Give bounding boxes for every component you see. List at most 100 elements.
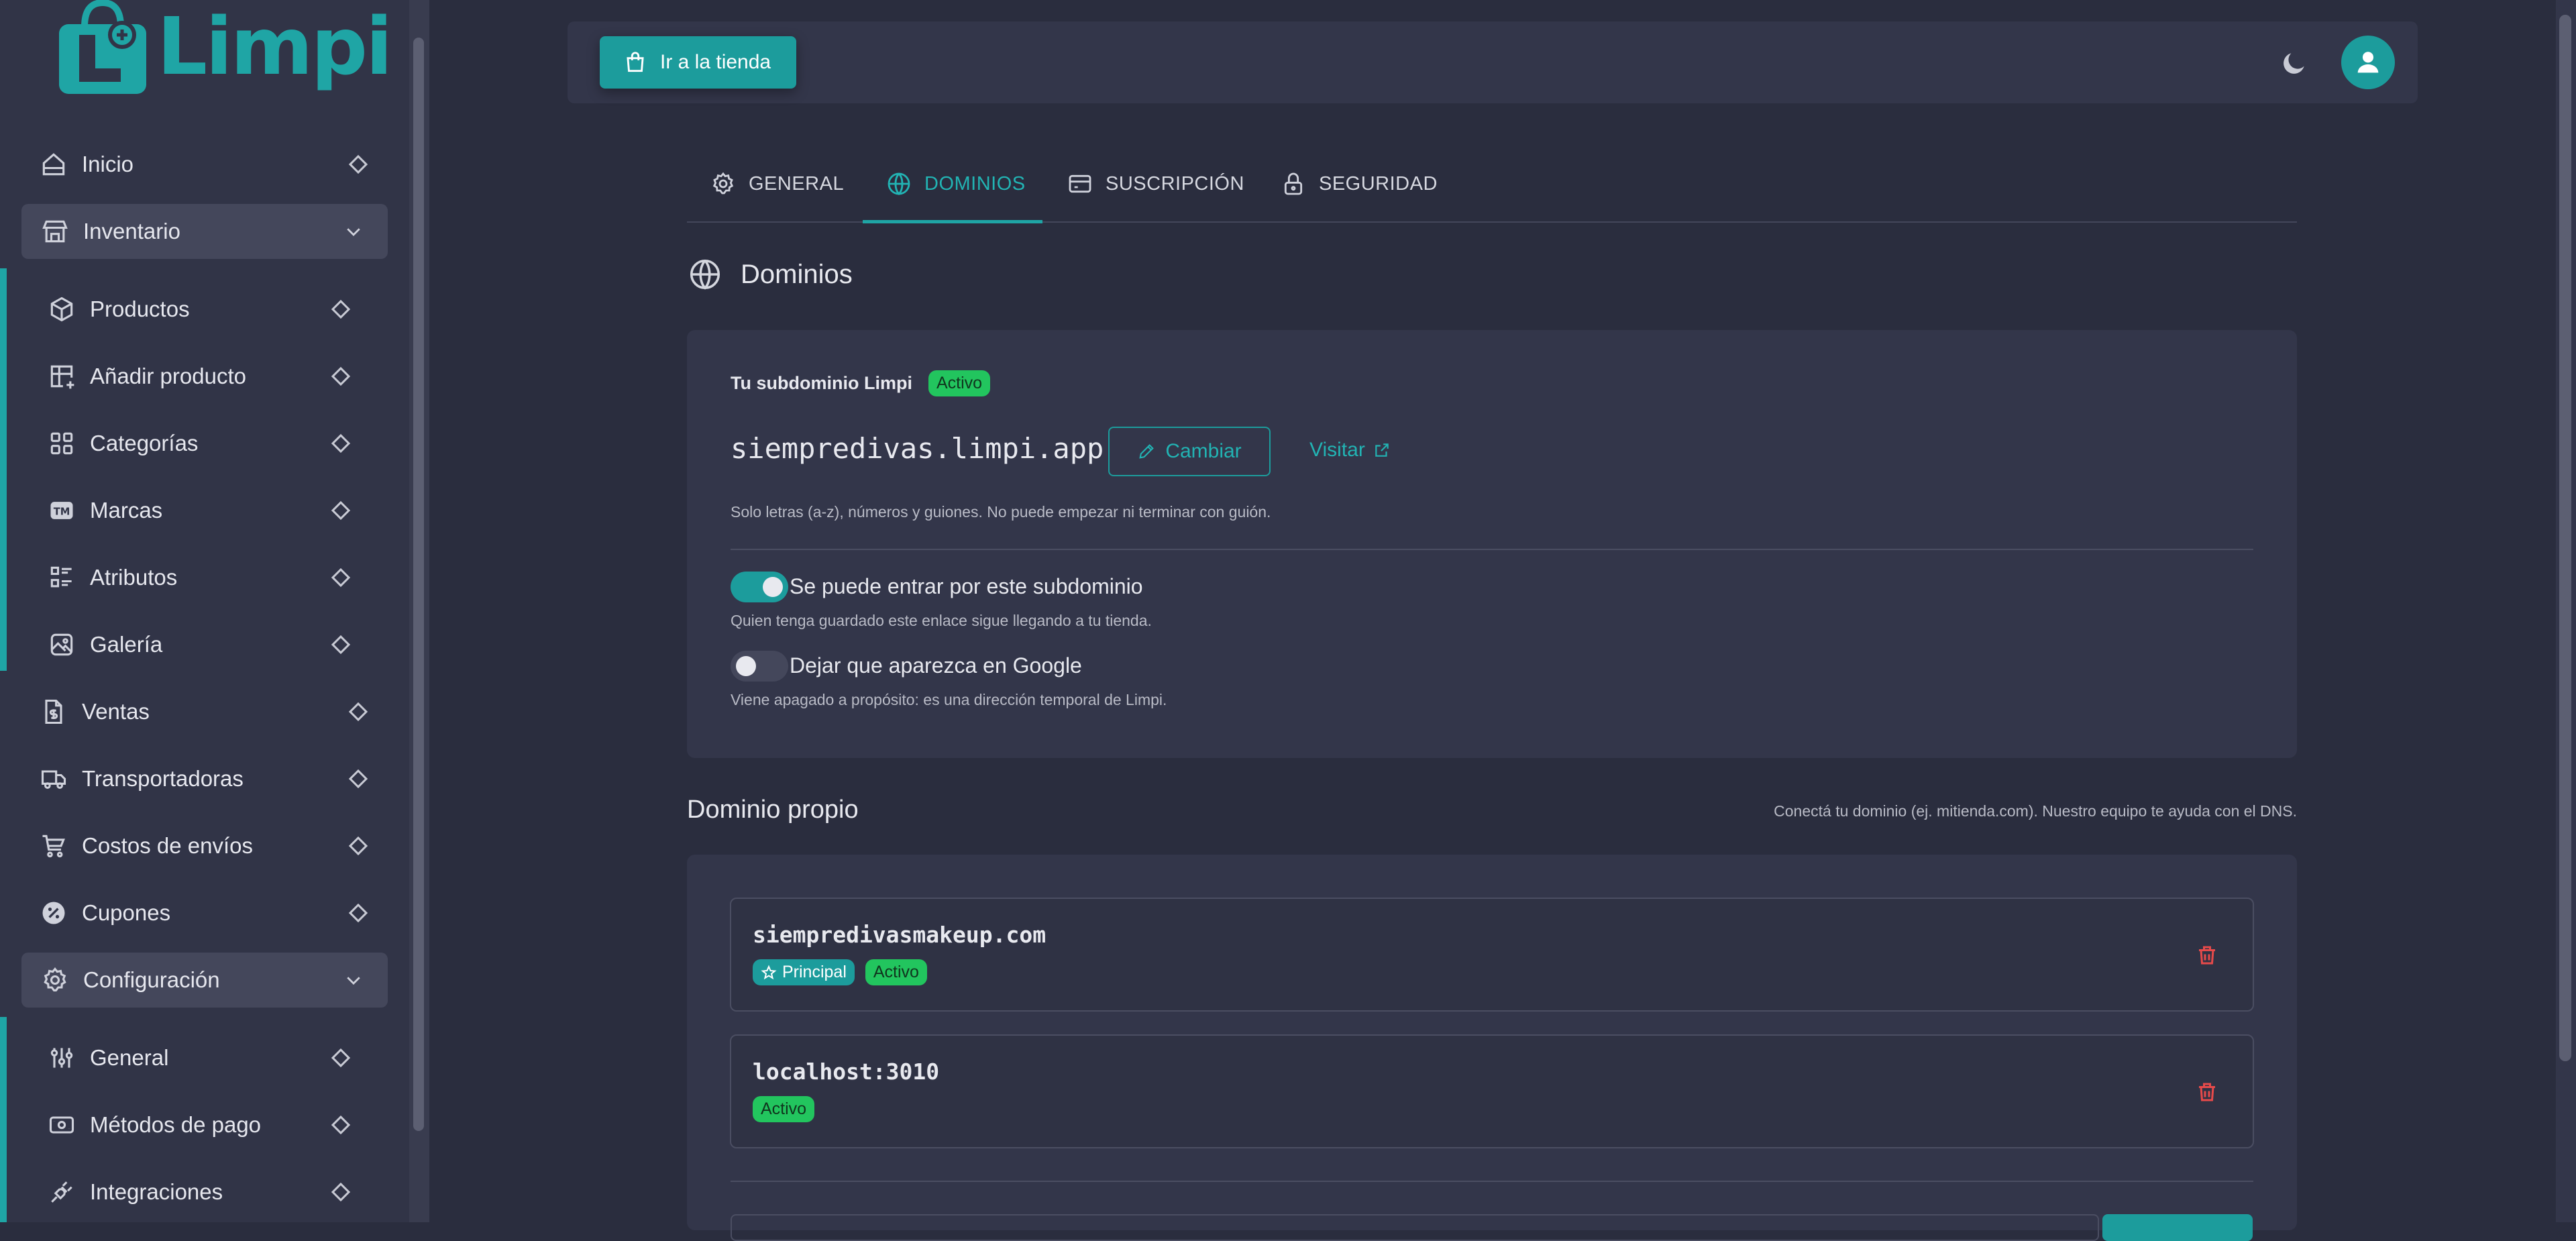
visit-link[interactable]: Visitar bbox=[1309, 439, 1391, 462]
toggle-knob bbox=[763, 577, 783, 597]
toggle-enter-subdomain[interactable] bbox=[731, 572, 788, 602]
category-grid-icon bbox=[50, 432, 73, 455]
sidebar-item-label: Cupones bbox=[82, 900, 171, 925]
diamond-icon bbox=[331, 366, 351, 386]
sidebar-item-inicio[interactable]: Inicio bbox=[0, 138, 409, 191]
sidebar-item-ventas[interactable]: Ventas bbox=[0, 685, 409, 739]
sidebar-item-label: Categorías bbox=[90, 431, 199, 455]
subdomain-card: Tu subdominio Limpi Activo siempredivas.… bbox=[687, 330, 2297, 758]
sidebar-item-galeria[interactable]: Galería bbox=[0, 618, 409, 671]
tab-seguridad[interactable]: SEGURIDAD bbox=[1280, 146, 1438, 221]
globe-icon bbox=[888, 172, 910, 196]
custom-domain-hint: Conectá tu dominio (ej. mitienda.com). N… bbox=[1774, 802, 2297, 820]
list-details-icon bbox=[50, 566, 72, 588]
status-badge: Activo bbox=[928, 370, 991, 396]
trademark-icon: TM bbox=[50, 502, 73, 519]
sidebar-item-label: Configuración bbox=[83, 967, 220, 992]
domain-name: siempredivasmakeup.com bbox=[753, 922, 1046, 948]
user-avatar[interactable] bbox=[2341, 36, 2395, 89]
sidebar-item-costos-envios[interactable]: Costos de envíos bbox=[0, 819, 409, 873]
toggle-knob bbox=[736, 656, 756, 676]
star-icon bbox=[761, 964, 777, 979]
divider bbox=[731, 1181, 2253, 1182]
sidebar-item-categorias[interactable]: Categorías bbox=[0, 417, 409, 470]
domain-list-item: siempredivasmakeup.com Principal Activo bbox=[730, 898, 2254, 1012]
diamond-icon bbox=[348, 769, 368, 789]
sidebar-item-label: Transportadoras bbox=[82, 766, 244, 791]
sidebar-item-label: Atributos bbox=[90, 565, 178, 590]
diamond-icon bbox=[348, 836, 368, 856]
shopping-bag-icon bbox=[627, 52, 644, 72]
change-label: Cambiar bbox=[1165, 440, 1242, 462]
add-domain-input[interactable] bbox=[731, 1214, 2099, 1241]
sidebar-item-anadir-producto[interactable]: Añadir producto bbox=[0, 349, 409, 403]
diamond-icon bbox=[348, 903, 368, 923]
chevron-down-icon bbox=[347, 977, 360, 985]
sidebar-group-configuracion[interactable]: Configuración bbox=[21, 953, 388, 1008]
credit-card-icon bbox=[1069, 174, 1091, 193]
diamond-icon bbox=[331, 433, 351, 453]
sidebar-group-inventario[interactable]: Inventario bbox=[21, 204, 388, 259]
moon-icon[interactable] bbox=[2279, 48, 2309, 78]
tab-label: SEGURIDAD bbox=[1319, 172, 1438, 195]
subdomain-hint: Solo letras (a-z), números y guiones. No… bbox=[731, 503, 1271, 521]
subdomain-header: Tu subdominio Limpi Activo bbox=[731, 370, 991, 396]
diamond-icon bbox=[348, 702, 368, 722]
toggle-google-indexing[interactable] bbox=[731, 651, 788, 682]
main-scrollbar-thumb[interactable] bbox=[2559, 15, 2571, 1061]
sidebar-item-productos[interactable]: Productos bbox=[0, 282, 409, 336]
plug-icon bbox=[51, 1181, 72, 1203]
sidebar-item-general[interactable]: General bbox=[0, 1031, 409, 1085]
photo-icon bbox=[50, 633, 73, 656]
sidebar-item-transportadoras[interactable]: Transportadoras bbox=[0, 752, 409, 806]
toggle-enter-label: Se puede entrar por este subdominio bbox=[790, 574, 1143, 598]
settings-icon bbox=[712, 172, 734, 195]
subdomain-heading: Tu subdominio Limpi bbox=[731, 373, 912, 393]
diamond-icon bbox=[331, 568, 351, 588]
diamond-icon bbox=[348, 154, 368, 174]
tab-general[interactable]: GENERAL bbox=[710, 146, 844, 221]
toggle-google-label: Dejar que aparezca en Google bbox=[790, 653, 1082, 678]
cart-cost-icon bbox=[42, 834, 65, 858]
receipt-dollar-icon bbox=[45, 699, 62, 724]
sidebar-item-marcas[interactable]: TM Marcas bbox=[0, 484, 409, 537]
sidebar-item-integraciones[interactable]: Integraciones bbox=[0, 1165, 409, 1219]
settings-icon bbox=[44, 967, 66, 991]
sidebar-item-label: Inventario bbox=[83, 219, 180, 244]
trash-icon[interactable] bbox=[2195, 1080, 2219, 1104]
sliders-icon bbox=[50, 1048, 73, 1068]
toggle-enter-description: Quien tenga guardado este enlace sigue l… bbox=[731, 612, 1152, 629]
tab-label: DOMINIOS bbox=[924, 172, 1026, 195]
diamond-icon bbox=[331, 635, 351, 655]
go-to-store-button[interactable]: Ir a la tienda bbox=[600, 36, 797, 89]
sidebar-scrollbar-thumb[interactable] bbox=[413, 38, 424, 1131]
sidebar-item-atributos[interactable]: Atributos bbox=[0, 551, 409, 604]
sidebar-item-cupones[interactable]: Cupones bbox=[0, 886, 409, 940]
change-subdomain-button[interactable]: Cambiar bbox=[1108, 427, 1271, 476]
chevron-down-icon bbox=[347, 228, 360, 236]
status-badge: Activo bbox=[865, 959, 927, 985]
visit-label: Visitar bbox=[1309, 439, 1365, 461]
shopping-bag-logo-icon bbox=[59, 0, 146, 94]
box-icon bbox=[50, 296, 73, 322]
tab-dominios[interactable]: DOMINIOS bbox=[885, 146, 1026, 221]
section-title: Dominios bbox=[687, 256, 853, 292]
sidebar-item-label: Ventas bbox=[82, 699, 150, 724]
diamond-icon bbox=[331, 1182, 351, 1202]
brand-logo[interactable]: Limpi bbox=[52, 0, 393, 106]
trash-icon[interactable] bbox=[2195, 943, 2219, 967]
add-domain-button[interactable] bbox=[2102, 1214, 2253, 1241]
lock-icon bbox=[1284, 172, 1303, 195]
toggle-google-description: Viene apagado a propósito: es una direcc… bbox=[731, 691, 1167, 708]
diamond-icon bbox=[331, 1115, 351, 1135]
sidebar-item-label: Métodos de pago bbox=[90, 1112, 262, 1137]
truck-icon bbox=[41, 770, 66, 789]
sidebar-item-metodos-pago[interactable]: Métodos de pago bbox=[0, 1098, 409, 1152]
pencil-icon bbox=[1139, 444, 1155, 459]
domain-name: localhost:3010 bbox=[753, 1059, 940, 1085]
external-link-icon bbox=[1375, 443, 1389, 457]
sidebar-item-label: Costos de envíos bbox=[82, 833, 253, 858]
primary-label: Principal bbox=[782, 963, 847, 981]
tab-suscripcion[interactable]: SUSCRIPCIÓN bbox=[1067, 146, 1244, 221]
cash-icon bbox=[49, 1116, 74, 1134]
